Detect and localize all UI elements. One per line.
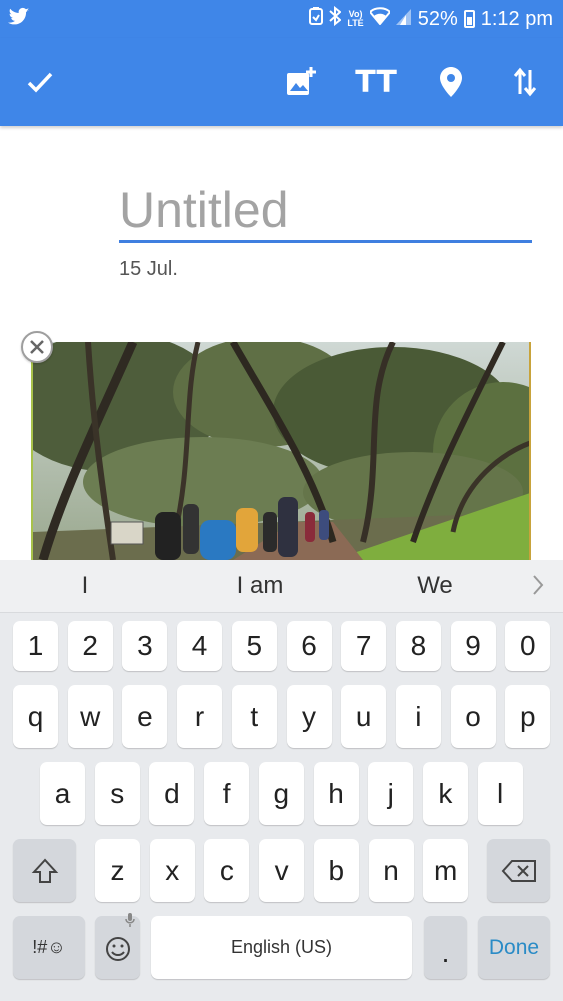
suggestion-item[interactable]: I [40,560,130,612]
period-key[interactable]: . [424,916,467,979]
confirm-button[interactable] [10,38,70,126]
key-w[interactable]: w [67,685,113,748]
key-6[interactable]: 6 [286,621,332,671]
status-indicators: Vo) LTE 52% 1:12 pm [309,0,553,38]
backspace-key[interactable] [487,839,550,902]
key-y[interactable]: y [286,685,332,748]
symbols-key[interactable]: !#☺ [13,916,85,979]
shift-key[interactable] [13,839,76,902]
sort-button[interactable] [495,38,555,126]
note-date: 15 Jul. [119,258,178,280]
key-j[interactable]: j [368,762,414,825]
add-image-icon [287,67,316,95]
backspace-icon [501,859,536,882]
text-format-button[interactable]: TT [346,38,406,126]
check-icon [27,72,53,93]
text-format-icon: TT [355,65,397,100]
key-0[interactable]: 0 [505,621,551,671]
key-k[interactable]: k [422,762,468,825]
key-e[interactable]: e [122,685,168,748]
bluetooth-icon [329,5,342,32]
swap-vertical-icon [513,67,537,97]
key-u[interactable]: u [341,685,387,748]
key-m[interactable]: m [423,839,469,902]
key-r[interactable]: r [177,685,223,748]
space-key[interactable]: English (US) [151,916,412,979]
key-7[interactable]: 7 [341,621,387,671]
suggestion-item[interactable]: We [390,560,480,612]
battery-saver-icon [309,7,324,31]
key-b[interactable]: b [313,839,359,902]
attached-photo[interactable] [31,342,531,560]
key-9[interactable]: 9 [450,621,496,671]
key-a[interactable]: a [40,762,85,825]
key-p[interactable]: p [505,685,551,748]
key-2[interactable]: 2 [67,621,113,671]
forest-walk-photo [33,342,529,560]
microphone-icon [125,912,135,933]
wifi-icon [368,7,392,31]
key-f[interactable]: f [204,762,250,825]
signal-icon [395,7,412,31]
key-v[interactable]: v [259,839,305,902]
key-c[interactable]: c [204,839,250,902]
key-5[interactable]: 5 [231,621,277,671]
add-image-button[interactable] [271,38,331,126]
key-x[interactable]: x [149,839,195,902]
emoji-icon [105,936,130,961]
key-n[interactable]: n [368,839,414,902]
remove-photo-button[interactable] [21,331,53,363]
key-d[interactable]: d [149,762,195,825]
suggestion-strip: I I am We [0,560,563,613]
title-input[interactable] [119,180,532,243]
text-format-label: TT [355,64,397,100]
key-4[interactable]: 4 [177,621,223,671]
key-g[interactable]: g [258,762,304,825]
key-i[interactable]: i [395,685,441,748]
shift-icon [31,858,58,883]
key-o[interactable]: o [450,685,496,748]
status-bar: Vo) LTE 52% 1:12 pm [0,0,563,38]
lte-label: LTE [347,18,364,28]
key-8[interactable]: 8 [395,621,441,671]
clock: 1:12 pm [480,7,553,30]
key-t[interactable]: t [231,685,277,748]
location-button[interactable] [421,38,481,126]
key-l[interactable]: l [477,762,523,825]
soft-keyboard: I I am We !#☺ English (US) . Done 123456… [0,560,563,1001]
battery-percent: 52% [417,7,458,30]
volte-indicator: Vo) LTE [347,10,363,28]
chevron-right-icon[interactable] [531,574,545,601]
close-icon [30,340,44,354]
battery-icon [463,10,475,28]
key-3[interactable]: 3 [122,621,168,671]
key-1[interactable]: 1 [13,621,58,671]
done-key[interactable]: Done [478,916,550,979]
key-z[interactable]: z [95,839,140,902]
key-h[interactable]: h [313,762,359,825]
key-s[interactable]: s [94,762,140,825]
location-pin-icon [440,67,462,97]
suggestion-item[interactable]: I am [200,560,320,612]
editor-toolbar: TT [0,38,563,126]
twitter-icon [8,7,30,32]
key-q[interactable]: q [13,685,58,748]
